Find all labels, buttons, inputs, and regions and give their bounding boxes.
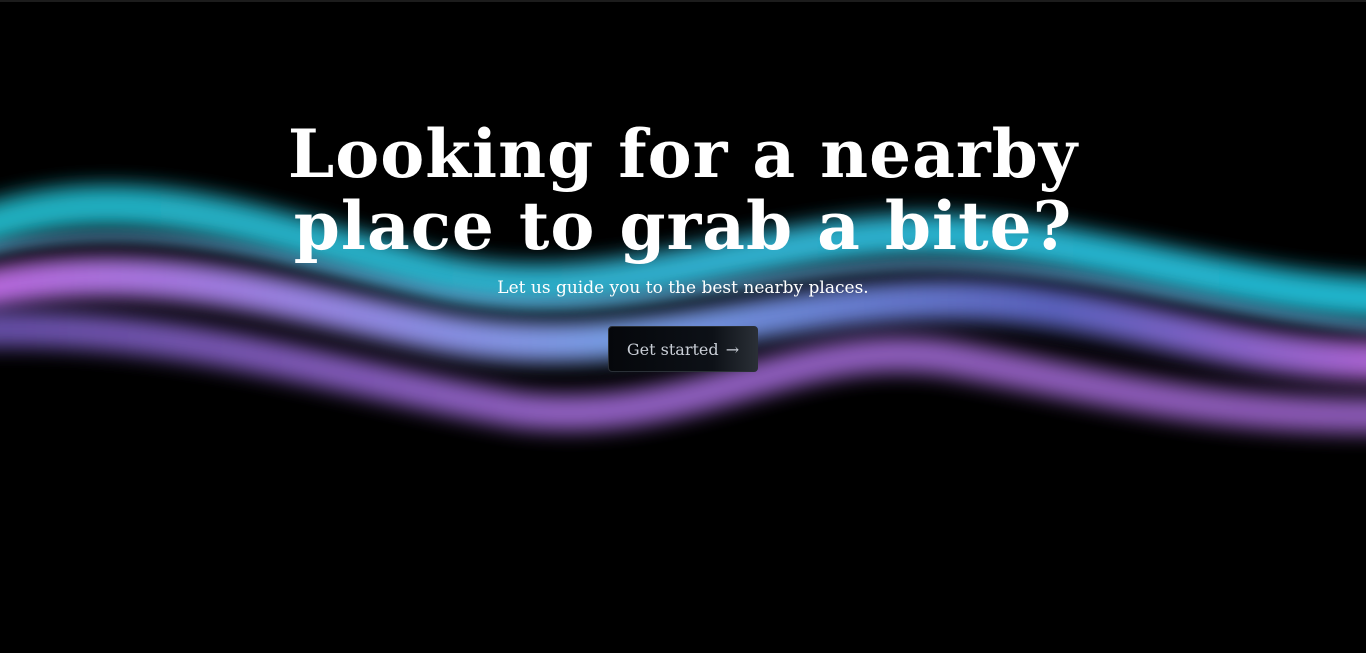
- hero-section: Looking for a nearby place to grab a bit…: [0, 118, 1366, 372]
- hero-headline: Looking for a nearby place to grab a bit…: [0, 118, 1366, 262]
- get-started-label: Get started: [626, 340, 719, 359]
- hero-subtitle: Let us guide you to the best nearby plac…: [497, 278, 869, 298]
- landing-page: Looking for a nearby place to grab a bit…: [0, 0, 1366, 653]
- get-started-button[interactable]: Get started →: [608, 326, 758, 372]
- arrow-right-icon: →: [725, 340, 740, 359]
- headline-line-1: Looking for a nearby: [287, 115, 1079, 193]
- headline-line-2: place to grab a bite?: [293, 187, 1073, 265]
